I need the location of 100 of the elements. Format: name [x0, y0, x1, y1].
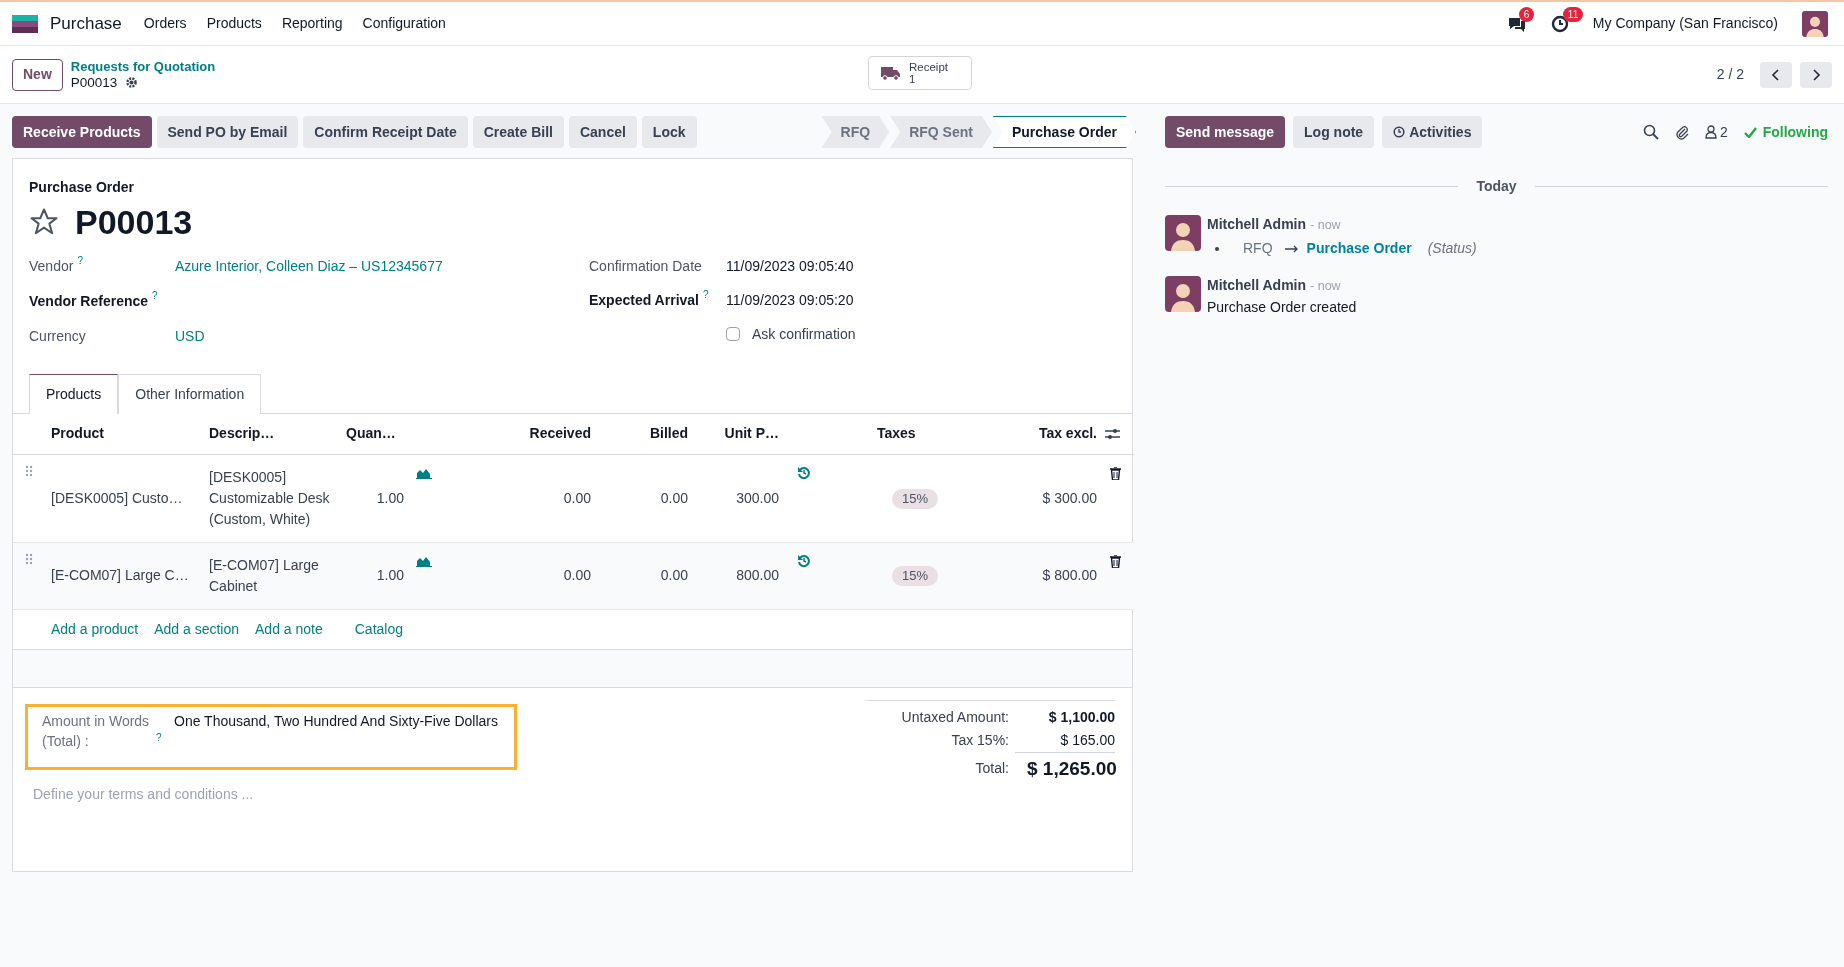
help-mark[interactable]: ?: [703, 289, 709, 300]
help-mark[interactable]: ?: [152, 290, 158, 301]
action-button[interactable]: Send PO by Email: [156, 116, 299, 148]
new-button[interactable]: New: [12, 58, 63, 91]
column-header[interactable]: Product: [51, 425, 104, 442]
table-cell: $ 800.00: [1042, 567, 1097, 583]
table-cell: 800.00: [736, 567, 779, 583]
status-step[interactable]: RFQ: [821, 116, 890, 148]
table-cell: 300.00: [736, 489, 779, 506]
field-value: 11/09/2023 09:05:20: [726, 290, 854, 310]
total-value: $ 1,100.00: [1047, 707, 1115, 727]
primary-action-button[interactable]: Receive Products: [12, 116, 152, 148]
action-button[interactable]: Create Bill: [472, 116, 564, 148]
new-value: Purchase Order: [1306, 239, 1412, 258]
column-header[interactable]: Received: [529, 425, 591, 442]
form-caption: Purchase Order: [29, 178, 136, 197]
total-label: Untaxed Amount:: [901, 707, 1009, 727]
trash-icon[interactable]: [1110, 554, 1121, 568]
action-button[interactable]: Cancel: [568, 116, 637, 148]
field-label: Confirmation Date: [589, 256, 702, 276]
table-cell: [E-COM07] Large C…: [51, 567, 189, 583]
tab[interactable]: Other Information: [118, 374, 262, 414]
action-button[interactable]: Lock: [641, 116, 697, 148]
pager-value: 2 / 2: [1716, 65, 1744, 84]
table-cell: 1.00: [376, 567, 404, 583]
table-cell: [DESK0005] Custo…: [51, 489, 183, 506]
chatter-button[interactable]: Activities: [1382, 116, 1483, 148]
checkbox[interactable]: [726, 327, 740, 341]
total-value: $ 1,265.00: [1027, 756, 1115, 780]
table-cell: 0.00: [563, 567, 591, 583]
field-value: Azure Interior, Colleen Diaz – US12345677: [175, 256, 443, 276]
table-cell: $ 300.00: [1042, 489, 1097, 506]
add-line-link[interactable]: Catalog: [354, 618, 403, 640]
previous-button[interactable]: [1760, 61, 1792, 88]
drag-handle-icon[interactable]: [25, 464, 33, 477]
bullet-icon: [1215, 246, 1219, 251]
add-line-link[interactable]: Add a note: [255, 618, 323, 640]
menu-item[interactable]: Orders: [133, 13, 197, 34]
drag-handle-icon[interactable]: [25, 552, 33, 565]
column-header[interactable]: Unit P…: [724, 425, 779, 442]
help-mark[interactable]: ?: [77, 255, 83, 266]
column-header[interactable]: Tax excl.: [1038, 425, 1097, 442]
field-label: Expected Arrival: [589, 290, 699, 310]
tracked-field: (Status): [1427, 239, 1477, 258]
field-label: Amount in Words (Total) :: [42, 711, 151, 751]
user-icon: [1704, 125, 1717, 139]
menu-item[interactable]: Products: [196, 13, 272, 34]
clock-icon: [1393, 126, 1406, 138]
add-line-link[interactable]: Add a product: [51, 618, 139, 640]
menu-item[interactable]: Configuration: [352, 13, 456, 34]
field-value: 11/09/2023 09:05:40: [726, 256, 854, 276]
gear-icon[interactable]: [125, 76, 139, 89]
date-separator: Today: [1475, 177, 1518, 196]
action-button[interactable]: Confirm Receipt Date: [303, 116, 468, 148]
table-cell: 1.00: [376, 489, 404, 506]
trash-icon[interactable]: [1110, 466, 1121, 480]
column-header[interactable]: Descrip…: [209, 425, 275, 442]
tab[interactable]: Products: [29, 374, 119, 414]
avatar-icon: [1165, 276, 1201, 312]
avatar-icon: [1165, 215, 1201, 251]
status-step[interactable]: Purchase Order: [992, 116, 1136, 148]
total-label: Total:: [975, 758, 1009, 778]
next-button[interactable]: [1800, 61, 1832, 88]
company-name[interactable]: My Company (San Francisco): [1592, 13, 1778, 34]
amount-in-words-value: One Thousand, Two Hundred And Sixty-Five Dollars: [174, 711, 498, 731]
checkbox-label: Ask confirmation: [752, 324, 856, 344]
search-icon[interactable]: [1642, 124, 1659, 140]
menu-item[interactable]: Reporting: [271, 13, 353, 34]
app-logo-icon[interactable]: [12, 14, 38, 33]
receipt-smart-button[interactable]: Receipt 1: [868, 56, 972, 90]
paperclip-icon[interactable]: [1674, 124, 1689, 140]
column-header[interactable]: Billed: [649, 425, 688, 442]
breadcrumb-link[interactable]: Requests for Quotation: [70, 58, 216, 75]
table-cell: 0.00: [660, 567, 688, 583]
help-mark[interactable]: ?: [156, 732, 162, 743]
reset-icon[interactable]: [797, 553, 811, 568]
column-header[interactable]: Quan…: [346, 425, 396, 442]
tax-tag: 15%: [892, 488, 939, 509]
chevron-left-icon: [1771, 68, 1781, 81]
table-cell: 0.00: [660, 489, 688, 506]
send-message-button[interactable]: Send message: [1165, 116, 1286, 148]
activity-count-badge: 11: [1562, 6, 1584, 22]
reset-icon[interactable]: [797, 465, 811, 480]
field-label: Vendor: [29, 256, 74, 276]
add-line-link[interactable]: Add a section: [154, 618, 239, 640]
table-cell: 0.00: [563, 489, 591, 506]
column-header[interactable]: Taxes: [877, 425, 916, 442]
star-icon[interactable]: [29, 207, 59, 237]
clock-icon[interactable]: [1550, 14, 1569, 33]
app-name[interactable]: Purchase: [50, 10, 122, 37]
field-value: USD: [175, 326, 205, 346]
followers-button[interactable]: 2: [1704, 121, 1728, 143]
message-time: - now: [1310, 278, 1341, 295]
table-cell: [E-COM07] Large Cabinet: [209, 556, 319, 594]
column-settings-icon[interactable]: [1105, 427, 1120, 440]
table-cell: [DESK0005] Customizable Desk (Custom, White): [209, 468, 330, 527]
chatter-button[interactable]: Log note: [1293, 116, 1375, 148]
old-value: RFQ: [1243, 239, 1273, 258]
message-author: Mitchell Admin: [1207, 215, 1307, 234]
status-step[interactable]: RFQ Sent: [890, 116, 992, 148]
